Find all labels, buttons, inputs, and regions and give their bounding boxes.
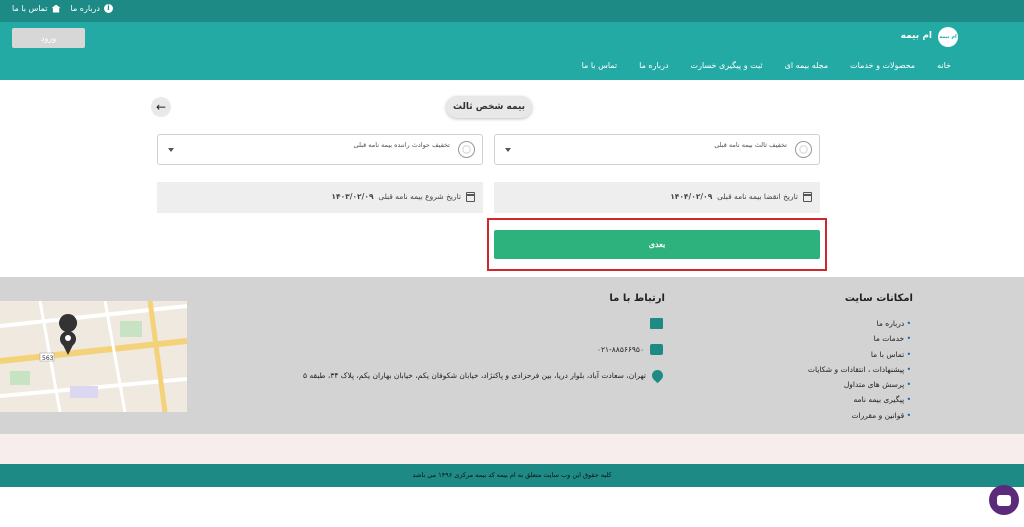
start-date-value: ۱۴۰۳/۰۲/۰۹: [331, 192, 374, 201]
main-nav: خانه محصولات و خدمات مجله بیمه ای ثبت و …: [582, 61, 951, 70]
steering-wheel-icon: [795, 141, 812, 158]
logo-text: ام بیمه: [939, 34, 957, 40]
expiry-date-value: ۱۴۰۴/۰۲/۰۹: [670, 192, 713, 201]
footer-link-faq[interactable]: پرسش های متداول: [808, 377, 911, 392]
phone-number: ۰۲۱-۸۸۵۶۶۹۵۰: [596, 345, 644, 354]
map-graphic: 563: [0, 301, 187, 412]
location-pin-icon: [649, 367, 666, 384]
driver-discount-select[interactable]: تخفیف حوادث راننده بیمه نامه قبلی: [157, 134, 483, 165]
nav-item-home[interactable]: خانه: [937, 61, 951, 70]
login-button[interactable]: ورود: [12, 28, 85, 48]
nav-item-magazine[interactable]: مجله بیمه ای: [785, 61, 829, 70]
copyright: کلیه حقوق این وب سایت متعلق به ام بیمه ک…: [0, 464, 1024, 487]
chat-bubble-icon[interactable]: [989, 485, 1019, 515]
phone-row[interactable]: ۰۲۱-۸۸۵۶۶۹۵۰: [597, 344, 663, 355]
footer-link-terms[interactable]: قوانین و مقررات: [808, 408, 911, 423]
phone-icon: [650, 344, 663, 355]
footer-link-services[interactable]: خدمات ما: [808, 331, 911, 346]
footer-link-tracking[interactable]: پیگیری بیمه نامه: [808, 392, 911, 407]
start-date-text: تاریخ شروع بیمه نامه قبلی ۱۴۰۳/۰۲/۰۹: [331, 192, 461, 201]
calendar-icon: [803, 192, 812, 202]
back-arrow-icon[interactable]: ←: [151, 97, 171, 117]
address-text: تهران، سعادت آباد، بلوار دریا، بین فرحزا…: [303, 371, 646, 380]
steering-wheel-icon: [458, 141, 475, 158]
top-about-link[interactable]: درباره ما i: [71, 4, 113, 13]
features-title: امکانات سایت: [844, 293, 913, 304]
footer-link-contact[interactable]: تماس با ما: [808, 347, 911, 362]
location-map[interactable]: 563: [0, 301, 187, 412]
brand-name[interactable]: ام بیمه: [901, 31, 932, 41]
chevron-down-icon: [505, 148, 511, 152]
page-title: بیمه شخص ثالث: [446, 96, 532, 118]
footer-spacer: [0, 434, 1024, 464]
top-contact-link[interactable]: تماس با ما: [12, 4, 61, 13]
footer-link-feedback[interactable]: پیشنهادات ، انتقادات و شکایات: [808, 362, 911, 377]
brand-logo[interactable]: ام بیمه: [938, 27, 958, 47]
driver-discount-label: تخفیف حوادث راننده بیمه نامه قبلی: [353, 141, 450, 149]
mail-icon: [650, 318, 663, 329]
email-row[interactable]: [650, 318, 663, 329]
features-list: درباره ما خدمات ما تماس با ما پیشنهادات …: [808, 316, 911, 423]
calendar-icon: [466, 192, 475, 202]
third-party-discount-select[interactable]: تخفیف ثالث بیمه نامه قبلی: [494, 134, 820, 165]
chevron-down-icon: [168, 148, 174, 152]
top-strip: تماس با ما درباره ما i: [0, 0, 1024, 22]
expiry-date-field[interactable]: تاریخ انقضا بیمه نامه قبلی ۱۴۰۴/۰۲/۰۹: [494, 182, 820, 213]
header: ورود ام بیمه ام بیمه خانه محصولات و خدما…: [0, 22, 1024, 80]
address-row: تهران، سعادت آباد، بلوار دریا، بین فرحزا…: [303, 367, 666, 384]
third-party-discount-label: تخفیف ثالث بیمه نامه قبلی: [714, 141, 787, 149]
nav-item-claims[interactable]: ثبت و پیگیری خسارت: [691, 61, 763, 70]
footer-link-about[interactable]: درباره ما: [808, 316, 911, 331]
top-contact-label: تماس با ما: [12, 4, 48, 13]
home-icon: [51, 4, 61, 13]
expiry-date-label: تاریخ انقضا بیمه نامه قبلی: [717, 192, 798, 201]
nav-item-about[interactable]: درباره ما: [639, 61, 668, 70]
top-about-label: درباره ما: [70, 4, 100, 13]
contact-title: ارتباط با ما: [609, 293, 665, 304]
highlight-box: [487, 218, 827, 271]
start-date-field[interactable]: تاریخ شروع بیمه نامه قبلی ۱۴۰۳/۰۲/۰۹: [157, 182, 483, 213]
start-date-label: تاریخ شروع بیمه نامه قبلی: [378, 192, 461, 201]
info-icon: i: [103, 4, 113, 13]
nav-item-contact[interactable]: تماس با ما: [582, 61, 618, 70]
nav-item-products[interactable]: محصولات و خدمات: [850, 61, 915, 70]
expiry-date-text: تاریخ انقضا بیمه نامه قبلی ۱۴۰۴/۰۲/۰۹: [670, 192, 798, 201]
map-road-number: 563: [42, 355, 54, 362]
